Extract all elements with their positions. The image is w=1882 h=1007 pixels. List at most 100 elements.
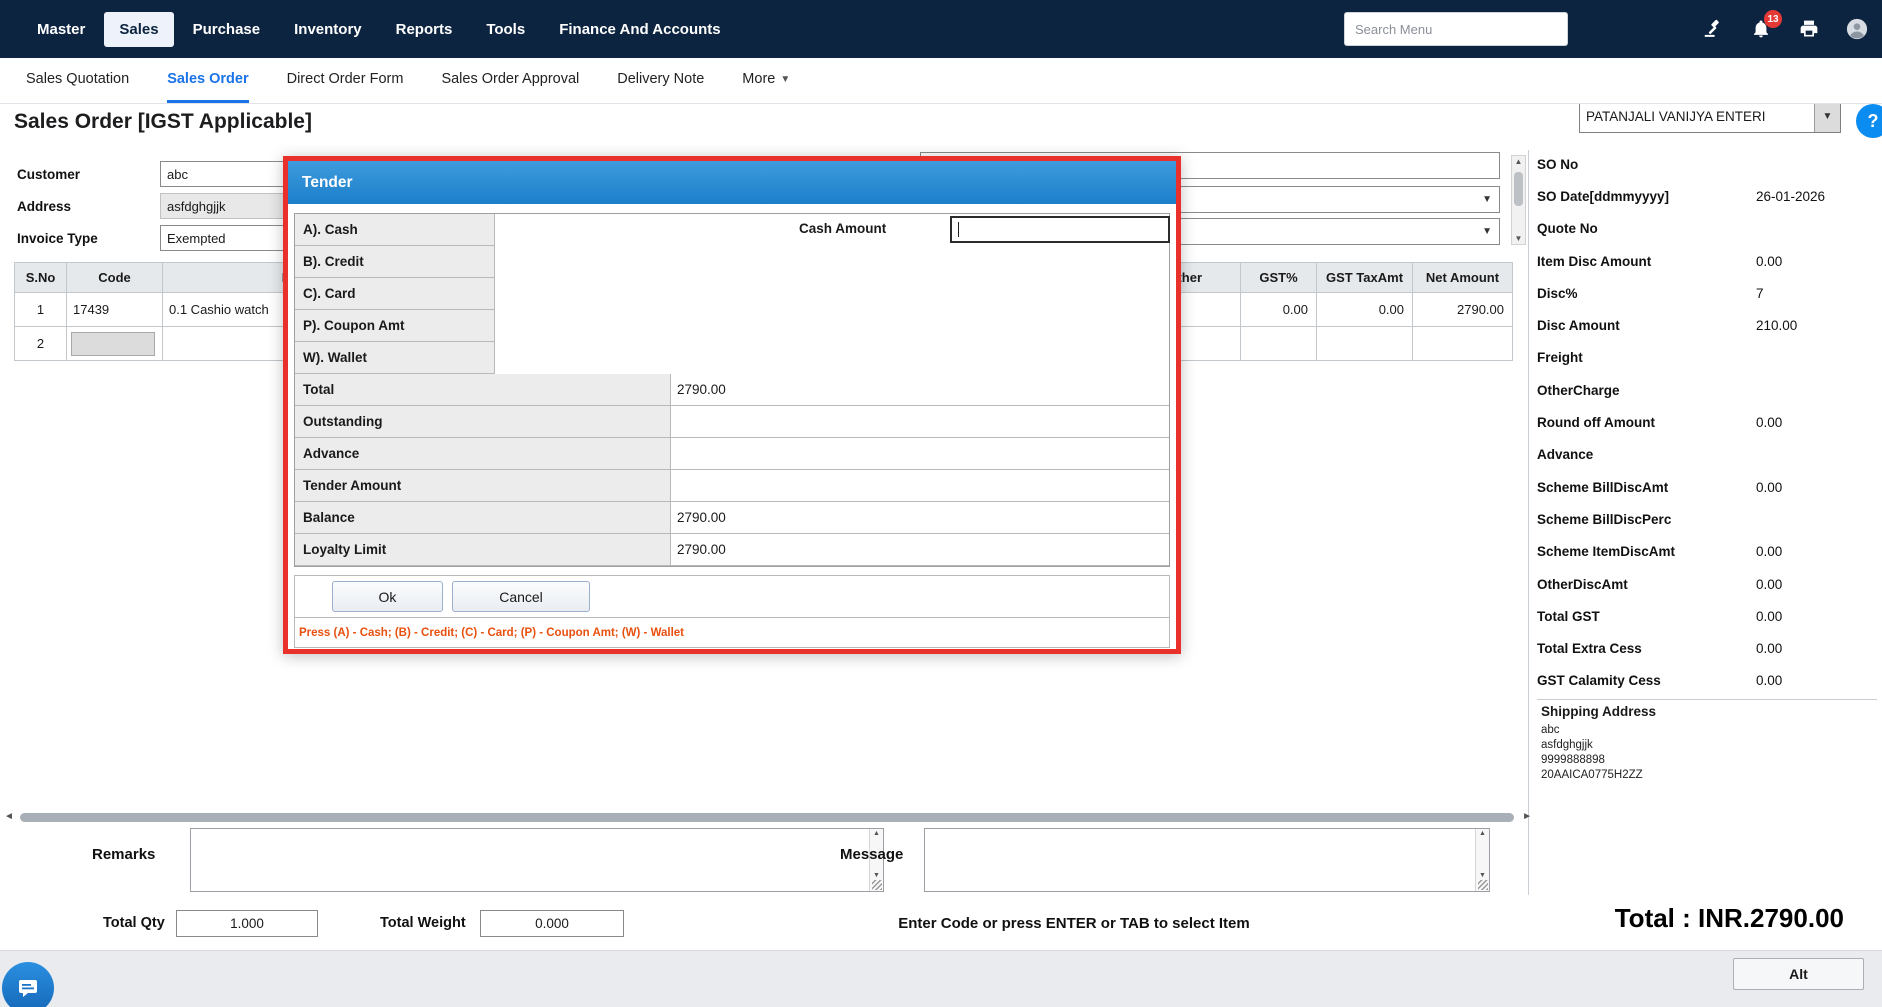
total-qty-value[interactable]: 1.000 — [176, 910, 318, 937]
side-field-gst-calamity-cess: GST Calamity Cess0.00 — [1537, 665, 1877, 697]
auction-gavel-icon[interactable] — [1702, 18, 1724, 40]
module-tabbar: Sales Quotation Sales Order Direct Order… — [0, 58, 1882, 104]
tender-option-cash[interactable]: A). Cash — [295, 214, 495, 246]
remarks-textarea[interactable]: ▲ ▼ — [190, 828, 884, 892]
resize-handle[interactable] — [1478, 880, 1488, 890]
form-vertical-scrollbar[interactable]: ▲ ▼ — [1511, 155, 1526, 245]
code-entry-input[interactable] — [71, 332, 155, 356]
side-field-otherdiscamt: OtherDiscAmt0.00 — [1537, 568, 1877, 600]
cash-amount-input[interactable] — [950, 216, 1170, 243]
tender-option-wallet[interactable]: W). Wallet — [295, 342, 495, 374]
field-label: Scheme BillDiscAmt — [1537, 480, 1668, 495]
scroll-up-icon[interactable]: ▲ — [1476, 830, 1489, 837]
tender-dialog: Tender A). Cash Cash Amount B). Credit — [283, 156, 1181, 654]
field-value: 0.00 — [1756, 415, 1782, 430]
shipping-line: 20AAICA0775H2ZZ — [1541, 768, 1877, 783]
scroll-down-icon[interactable]: ▼ — [870, 872, 883, 879]
help-button[interactable]: ? — [1856, 104, 1882, 138]
shipping-address-section: Shipping Address abc asfdghgjjk 99998888… — [1537, 699, 1877, 783]
summary-label: Total — [295, 374, 671, 406]
tender-summary-outstanding: Outstanding — [295, 406, 1169, 438]
option-row-space — [495, 246, 1169, 278]
col-header-sno: S.No — [15, 263, 67, 293]
search-input[interactable] — [1344, 12, 1568, 46]
scroll-up-icon[interactable]: ▲ — [1512, 157, 1525, 166]
message-textarea[interactable]: ▲ ▼ — [924, 828, 1490, 892]
remarks-label: Remarks — [92, 846, 155, 863]
nav-item-master[interactable]: Master — [22, 12, 100, 47]
bottom-band — [0, 950, 1882, 1007]
col-header-net-amount: Net Amount — [1413, 263, 1513, 293]
nav-item-sales[interactable]: Sales — [104, 12, 173, 47]
user-avatar[interactable] — [1846, 18, 1868, 40]
resize-handle[interactable] — [872, 880, 882, 890]
alt-button[interactable]: Alt — [1733, 958, 1864, 990]
field-label: OtherDiscAmt — [1537, 577, 1628, 592]
tender-option-credit[interactable]: B). Credit — [295, 246, 495, 278]
tab-label: Direct Order Form — [287, 71, 404, 87]
scrollbar-thumb[interactable] — [20, 813, 1514, 822]
shipping-line: abc — [1541, 723, 1877, 738]
scroll-down-icon[interactable]: ▼ — [1476, 872, 1489, 879]
shipping-line: 9999888898 — [1541, 753, 1877, 768]
horizontal-scrollbar[interactable]: ◄ ► — [0, 808, 1536, 826]
tab-delivery-note[interactable]: Delivery Note — [617, 58, 704, 103]
nav-item-inventory[interactable]: Inventory — [279, 12, 377, 47]
total-weight-value[interactable]: 0.000 — [480, 910, 624, 937]
side-field-total-gst: Total GST0.00 — [1537, 600, 1877, 632]
order-summary-panel: SO No SO Date[ddmmyyyy]26-01-2026 Quote … — [1537, 148, 1877, 783]
tender-option-row: P). Coupon Amt — [295, 310, 1169, 342]
summary-label: Tender Amount — [295, 470, 671, 502]
nav-item-reports[interactable]: Reports — [381, 12, 468, 47]
scroll-up-icon[interactable]: ▲ — [870, 830, 883, 837]
chevron-down-icon[interactable]: ▼ — [1814, 101, 1840, 132]
tender-summary-balance: Balance 2790.00 — [295, 502, 1169, 534]
tender-option-card[interactable]: C). Card — [295, 278, 495, 310]
side-field-scheme-billdiscamt: Scheme BillDiscAmt0.00 — [1537, 471, 1877, 503]
option-row-space — [495, 278, 1169, 310]
tender-dialog-body: A). Cash Cash Amount B). Credit C). Card — [288, 204, 1176, 649]
tab-direct-order-form[interactable]: Direct Order Form — [287, 58, 404, 103]
notification-count-badge: 13 — [1764, 10, 1782, 28]
scroll-right-icon[interactable]: ► — [1522, 811, 1532, 822]
tab-sales-order-approval[interactable]: Sales Order Approval — [441, 58, 579, 103]
top-navigation: Master Sales Purchase Inventory Reports … — [0, 0, 1882, 58]
tender-summary-total: Total 2790.00 — [295, 374, 1169, 406]
field-value: 0.00 — [1756, 544, 1782, 559]
cell-code — [67, 327, 163, 361]
tab-label: Sales Order — [167, 71, 248, 87]
tender-summary-loyalty-limit: Loyalty Limit 2790.00 — [295, 534, 1169, 566]
tab-sales-order[interactable]: Sales Order — [167, 58, 248, 103]
cell-net-amount: 2790.00 — [1413, 293, 1513, 327]
cash-amount-input-field[interactable] — [952, 218, 1168, 241]
chat-bubble-button[interactable] — [2, 962, 54, 1007]
tender-option-coupon-amt[interactable]: P). Coupon Amt — [295, 310, 495, 342]
cancel-button[interactable]: Cancel — [452, 581, 590, 612]
summary-value — [671, 406, 1169, 438]
tab-more[interactable]: More▼ — [742, 58, 790, 103]
field-value: 210.00 — [1756, 318, 1797, 333]
company-select[interactable]: PATANJALI VANIJYA ENTERI ▼ — [1579, 100, 1841, 133]
message-label: Message — [840, 846, 903, 863]
tender-option-row: B). Credit — [295, 246, 1169, 278]
field-label: Total Extra Cess — [1537, 641, 1642, 656]
nav-item-tools[interactable]: Tools — [471, 12, 540, 47]
tab-sales-quotation[interactable]: Sales Quotation — [26, 58, 129, 103]
company-select-value: PATANJALI VANIJYA ENTERI — [1580, 101, 1814, 132]
nav-item-finance-and-accounts[interactable]: Finance And Accounts — [544, 12, 735, 47]
scroll-down-icon[interactable]: ▼ — [1512, 234, 1525, 243]
nav-item-purchase[interactable]: Purchase — [178, 12, 276, 47]
field-value: 26-01-2026 — [1756, 189, 1825, 204]
tender-dialog-footer: Ok Cancel Press (A) - Cash; (B) - Credit… — [294, 575, 1170, 648]
scrollbar-thumb[interactable] — [1514, 172, 1523, 206]
field-label: Round off Amount — [1537, 415, 1655, 430]
notifications-bell-icon[interactable]: 13 — [1750, 18, 1772, 40]
printer-icon[interactable] — [1798, 18, 1820, 40]
summary-label: Advance — [295, 438, 671, 470]
cell-gst-pct: 0.00 — [1241, 293, 1317, 327]
scroll-left-icon[interactable]: ◄ — [4, 811, 14, 822]
total-qty-label: Total Qty — [103, 915, 165, 931]
field-label: Advance — [1537, 447, 1593, 462]
address-label: Address — [17, 199, 71, 214]
ok-button[interactable]: Ok — [332, 581, 443, 612]
